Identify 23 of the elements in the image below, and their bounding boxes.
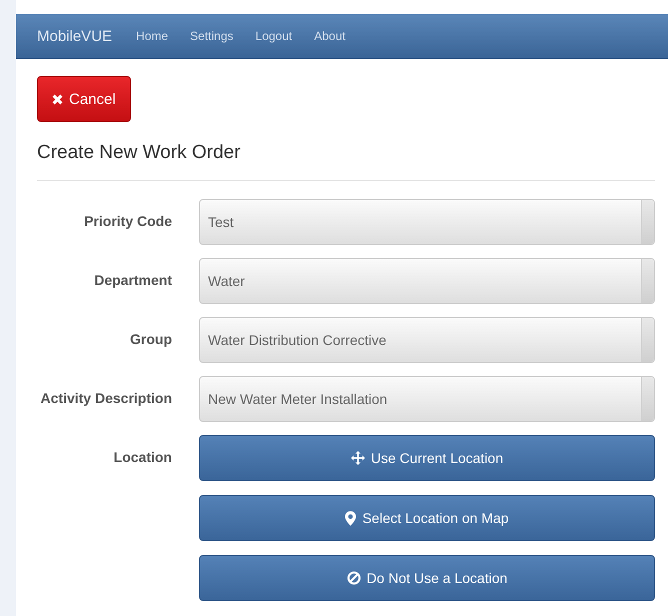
dropdown-select[interactable]: Water [199, 258, 655, 304]
move-arrows-icon [350, 451, 365, 465]
location-button[interactable]: Use Current Location [199, 435, 655, 481]
dropdown-select[interactable]: Test [199, 199, 655, 245]
nav-link[interactable]: Settings [190, 29, 234, 43]
field-label: Location [112, 448, 172, 467]
field-label: Group [129, 330, 172, 349]
field-label: Department [93, 271, 172, 290]
dropdown-select[interactable]: New Water Meter Installation [199, 376, 655, 422]
field-label: Priority Code [83, 212, 172, 231]
nav-link[interactable]: About [314, 29, 346, 43]
dropdown-select[interactable]: Water Distribution Corrective [199, 317, 655, 363]
ban-icon [346, 571, 361, 585]
close-icon [52, 94, 63, 104]
location-button[interactable]: Do Not Use a Location [199, 555, 655, 601]
field-label: Activity Description [40, 389, 172, 408]
nav-link[interactable]: Logout [255, 29, 292, 43]
page-title: Create New Work Order [37, 142, 242, 164]
brand-link[interactable]: MobileVUE [37, 28, 112, 44]
map-pin-icon [345, 510, 356, 526]
nav-link[interactable]: Home [136, 29, 168, 43]
cancel-button[interactable]: Cancel [37, 76, 131, 122]
location-button[interactable]: Select Location on Map [199, 495, 655, 541]
